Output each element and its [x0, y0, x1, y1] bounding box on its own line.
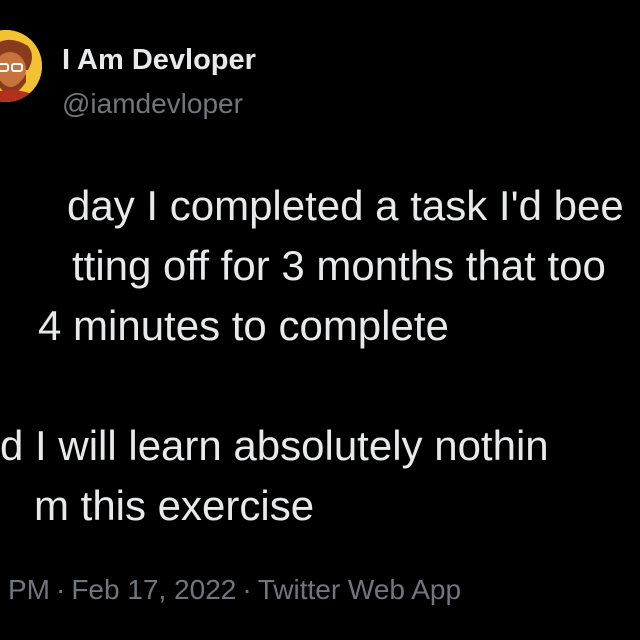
author-display-name[interactable]: I Am Devloper	[62, 43, 256, 77]
tweet-line-2: tting off for 3 months that too	[72, 242, 606, 289]
tweet-line-5: m this exercise	[34, 482, 315, 529]
tweet-line-3: 4 minutes to complete	[38, 302, 449, 349]
tweet-source[interactable]: Twitter Web App	[258, 574, 461, 605]
author-handle[interactable]: @iamdevloper	[62, 87, 243, 121]
tweet-date[interactable]: Feb 17, 2022	[71, 574, 236, 605]
tweet-card: I Am Devloper @iamdevloper day I complet…	[0, 0, 640, 640]
tweet-time[interactable]: PM	[0, 574, 50, 605]
tweet-line-1: day I completed a task I'd bee	[67, 182, 624, 229]
avatar-illustration	[0, 30, 42, 102]
tweet-line-4: d I will learn absolutely nothin	[0, 422, 549, 469]
tweet-meta: PM · Feb 17, 2022 · Twitter Web App	[0, 572, 461, 608]
meta-separator: ·	[242, 574, 252, 605]
developer-avatar-icon[interactable]	[0, 30, 42, 102]
meta-separator: ·	[56, 574, 66, 605]
tweet-text: day I completed a task I'd bee tting off…	[0, 176, 640, 536]
